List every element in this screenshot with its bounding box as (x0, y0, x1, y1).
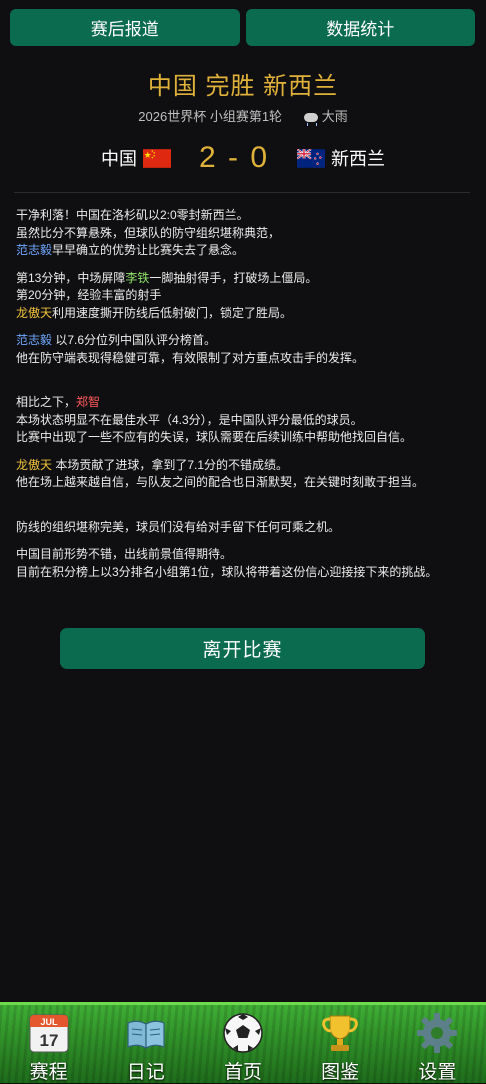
report-line: 虽然比分不算悬殊，但球队的防守组织堪称典范， (16, 225, 281, 240)
report-line: 龙傲天利用速度撕开防线后低射破门，锁定了胜局。 (16, 305, 474, 323)
tab-statistics[interactable]: 数据统计 (245, 9, 475, 46)
weather-info: 大雨 (303, 109, 348, 127)
bottom-nav-bar: JUL 17 赛程 日记 首页 图鉴 设置 (0, 1002, 486, 1083)
report-line: 范志毅早早确立的优势让比赛失去了悬念。 (16, 242, 474, 260)
calendar-month: JUL (40, 1017, 58, 1027)
player-name: 范志毅 (16, 243, 53, 257)
calendar-icon: JUL 17 (29, 1014, 69, 1053)
match-headline: 中国 完胜 新西兰 (147, 73, 339, 100)
china-flag-icon (142, 148, 171, 168)
scoreboard: 中国 2 - 0 新西兰 (0, 140, 486, 176)
report-text: 以7.6分位列中国队评分榜首。 (52, 333, 217, 347)
home-team: 中国 (101, 145, 177, 171)
match-info: 2026世界杯 小组赛第1轮 大雨 (0, 106, 486, 127)
report-line: 范志毅 以7.6分位列中国队评分榜首。 (16, 332, 474, 350)
home-team-name: 中国 (100, 149, 137, 169)
leave-match-button[interactable]: 离开比赛 (60, 628, 425, 669)
player-name: 龙傲天 (16, 305, 53, 320)
report-text: 本场贡献了进球，拿到了7.1分的不错成绩。 (52, 457, 289, 472)
player-name: 龙傲天 (16, 457, 53, 472)
report-line: 他在防守端表现得稳健可靠，有效限制了对方重点攻击手的发挥。 (16, 350, 365, 365)
trophy-icon (322, 1015, 359, 1051)
report-line: 本场状态明显不在最佳水平（4.3分），是中国队评分最低的球员。 (16, 412, 363, 427)
nav-item-diary[interactable]: 日记 (106, 1005, 186, 1084)
player-name: 郑智 (76, 395, 101, 409)
report-text: 早早确立的优势让比赛失去了悬念。 (52, 243, 245, 257)
report-line: 龙傲天 本场贡献了进球，拿到了7.1分的不错成绩。 (16, 457, 474, 475)
report-line: 第13分钟，中场屏障李铁一脚抽射得手，打破场上僵局。 (16, 270, 474, 288)
nav-item-settings[interactable]: 设置 (397, 1005, 477, 1084)
weather-label: 大雨 (321, 109, 348, 124)
new-zealand-flag-icon (297, 148, 326, 168)
nav-item-schedule[interactable]: JUL 17 赛程 (9, 1005, 89, 1084)
player-name: 李铁 (125, 270, 150, 285)
nav-item-gallery[interactable]: 图鉴 (300, 1005, 380, 1084)
nav-item-home[interactable]: 首页 (203, 1005, 283, 1084)
player-name: 范志毅 (16, 333, 53, 347)
calendar-day: 17 (39, 1031, 58, 1050)
report-line: 目前在积分榜上以3分排名小组第1位，球队将带着这份信心迎接接下来的挑战。 (16, 564, 438, 579)
report-line: 比赛中出现了一些不应有的失误，球队需要在后续训练中帮助他找回自信。 (16, 430, 413, 444)
report-line: 第20分钟，经验丰富的射手 (16, 288, 162, 302)
report-line: 相比之下，郑智 (16, 394, 474, 412)
report-text: 相比之下， (16, 395, 77, 409)
soccer-ball-icon (223, 1013, 263, 1053)
open-book-icon (127, 1020, 165, 1050)
report-text: 利用速度撕开防线后低射破门，锁定了胜局。 (52, 305, 293, 320)
report-line: 防线的组织堪称完美，球员们没有给对手留下任何可乘之机。 (16, 519, 341, 534)
rain-icon (303, 113, 318, 127)
report-text: 一脚抽射得手，打破场上僵局。 (149, 270, 318, 285)
top-tab-bar: 赛后报道 数据统计 (10, 9, 475, 46)
final-score: 2 - 0 (198, 141, 270, 174)
divider (14, 192, 470, 193)
report-line: 他在场上越来越自信，与队友之间的配合也日渐默契，在关键时刻敢于担当。 (16, 475, 425, 489)
gear-icon (417, 1013, 458, 1053)
tab-match-report[interactable]: 赛后报道 (10, 9, 240, 46)
report-text: 第13分钟，中场屏障 (16, 270, 126, 285)
report-line: 中国目前形势不错，出线前景值得期待。 (16, 547, 233, 561)
match-report-text: 干净利落！中国在洛杉矶以2:0零封新西兰。 虽然比分不算悬殊，但球队的防守组织堪… (16, 207, 474, 581)
report-line: 干净利落！中国在洛杉矶以2:0零封新西兰。 (16, 208, 249, 222)
away-team-name: 新西兰 (331, 149, 386, 169)
away-team: 新西兰 (291, 145, 385, 171)
competition-label: 2026世界杯 小组赛第1轮 (138, 109, 283, 124)
